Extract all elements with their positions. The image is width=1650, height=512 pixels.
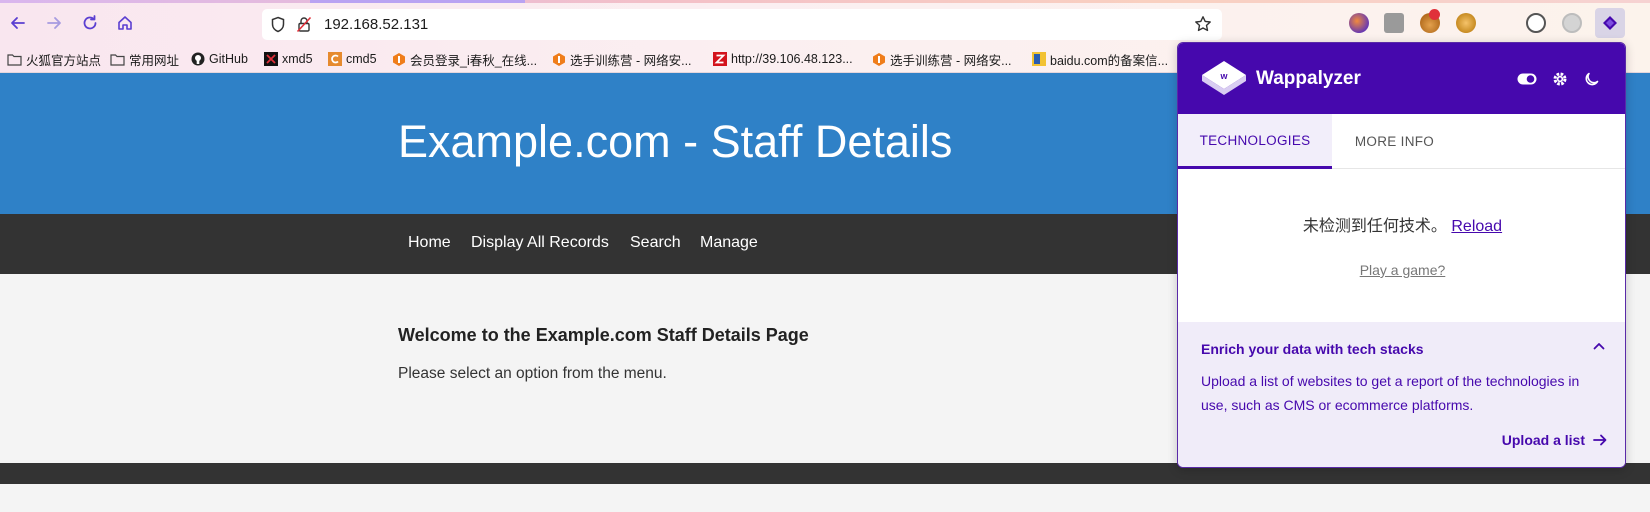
enrich-title: Enrich your data with tech stacks [1201, 341, 1424, 357]
enrich-description: Upload a list of websites to get a repor… [1201, 373, 1580, 413]
bookmark-star-icon[interactable] [1194, 15, 1212, 33]
active-tab-indicator [310, 0, 525, 3]
bookmark-label: 常用网址 [129, 53, 180, 68]
gear-icon [1553, 72, 1567, 86]
extension-badge-icon[interactable] [1420, 9, 1440, 33]
bookmark-label: xmd5 [282, 52, 313, 66]
bookmark-baidu-beian[interactable]: baidu.com的备案信... [1031, 50, 1168, 68]
bookmark-label: cmd5 [346, 52, 377, 66]
settings-button[interactable] [1550, 69, 1570, 89]
extension-proxy-icon[interactable] [1562, 13, 1582, 33]
bookmark-label: GitHub [209, 52, 248, 66]
bookmark-training-camp-2[interactable]: 选手训练营 - 网络安... [871, 50, 1012, 68]
home-button[interactable] [114, 12, 136, 34]
moon-icon [1585, 72, 1599, 86]
address-bar[interactable]: 192.168.52.131 [262, 9, 1222, 40]
bookmark-label: 会员登录_i春秋_在线... [410, 53, 538, 68]
bookmark-label: 选手训练营 - 网络安... [570, 53, 692, 68]
popup-brand: Wappalyzer [1256, 68, 1361, 89]
welcome-heading: Welcome to the Example.com Staff Details… [398, 325, 809, 345]
extension-cookie-icon[interactable] [1526, 13, 1546, 33]
tab-more-info[interactable]: MORE INFO [1332, 114, 1457, 169]
bookmark-cmd5[interactable]: cmd5 [327, 50, 377, 68]
tab-technologies[interactable]: TECHNOLOGIES [1178, 114, 1332, 169]
dark-mode-button[interactable] [1582, 69, 1602, 89]
bookmark-github[interactable]: GitHub [190, 50, 248, 68]
nav-link-display-all-records[interactable]: Display All Records [471, 234, 609, 252]
ichunqiu-icon [551, 52, 566, 67]
bookmark-folder-firefox[interactable]: 火狐官方站点 [7, 50, 101, 68]
github-icon [190, 52, 205, 67]
bookmark-ichunqiu-login[interactable]: 会员登录_i春秋_在线... [391, 50, 537, 68]
back-arrow-icon [11, 17, 25, 29]
ichunqiu-icon [871, 52, 886, 67]
svg-text:w: w [1219, 71, 1228, 81]
extension-hackbar-icon[interactable] [1349, 13, 1369, 33]
tracking-protection-shield-icon[interactable] [270, 16, 286, 33]
nav-link-manage[interactable]: Manage [700, 234, 758, 252]
wappalyzer-popup: w Wappalyzer TECHNOLOGIES MORE INFO 未检测到… [1177, 42, 1626, 468]
wappalyzer-extension-button[interactable] [1595, 8, 1625, 38]
chevron-up-icon[interactable] [1593, 342, 1605, 350]
nav-link-search[interactable]: Search [630, 234, 681, 252]
popup-header: w Wappalyzer [1178, 43, 1625, 114]
play-game-link[interactable]: Play a game? [1178, 262, 1625, 278]
no-technologies-message: 未检测到任何技术。 Reload [1178, 212, 1625, 236]
arrow-right-icon [1593, 434, 1607, 446]
bookmark-label: http://39.106.48.123... [731, 52, 853, 66]
home-icon [118, 16, 132, 30]
url-text[interactable]: 192.168.52.131 [324, 16, 428, 33]
site-title: Example.com - Staff Details [398, 116, 953, 167]
forward-arrow-icon [47, 17, 61, 29]
bookmark-xmd5[interactable]: xmd5 [263, 50, 313, 68]
reload-button[interactable] [79, 12, 101, 34]
cmd5-icon [327, 52, 342, 67]
back-button[interactable] [7, 12, 29, 34]
reload-icon [83, 15, 97, 30]
bookmark-folder-common[interactable]: 常用网址 [110, 50, 179, 68]
folder-icon [7, 52, 22, 67]
upload-list-button[interactable]: Upload a list [1502, 432, 1607, 448]
toggle-switch[interactable] [1517, 69, 1537, 89]
ichunqiu-icon [391, 52, 406, 67]
wappalyzer-extension-icon [1603, 16, 1617, 30]
empty-text: 未检测到任何技术。 [1302, 218, 1447, 235]
browser-toolbar: 192.168.52.131 [0, 0, 1650, 45]
folder-icon [110, 52, 125, 67]
bookmark-label: baidu.com的备案信... [1050, 53, 1169, 68]
bookmark-label: 火狐官方站点 [26, 53, 102, 68]
forward-button[interactable] [43, 12, 65, 34]
welcome-text: Please select an option from the menu. [398, 365, 667, 382]
insecure-lock-icon[interactable] [296, 16, 312, 33]
nav-link-home[interactable]: Home [408, 234, 451, 252]
popup-tabs: TECHNOLOGIES MORE INFO [1178, 114, 1625, 169]
bookmark-label: 选手训练营 - 网络安... [890, 53, 1012, 68]
toggle-icon [1517, 73, 1537, 85]
bookmark-ip-link[interactable]: http://39.106.48.123... [712, 50, 853, 68]
bookmark-training-camp-1[interactable]: 选手训练营 - 网络安... [551, 50, 692, 68]
wappalyzer-logo-icon: w [1202, 61, 1246, 95]
enrich-panel: Enrich your data with tech stacks Upload… [1178, 322, 1625, 467]
extension-monkey-icon[interactable] [1456, 13, 1476, 33]
extension-containers-icon[interactable] [1384, 13, 1404, 33]
upload-list-label: Upload a list [1501, 432, 1585, 448]
z-icon [712, 52, 727, 67]
xmd5-icon [263, 52, 278, 67]
reload-link[interactable]: Reload [1451, 218, 1502, 235]
beian-icon [1031, 52, 1046, 67]
extension-notification-badge [1429, 9, 1440, 20]
